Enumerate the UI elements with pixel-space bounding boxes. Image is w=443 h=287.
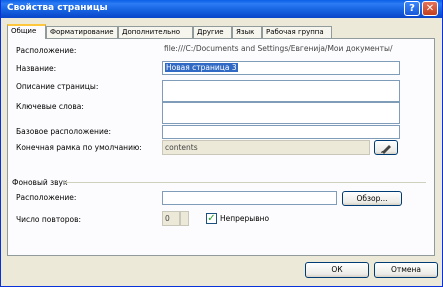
loop-count-spinner <box>180 211 189 226</box>
change-target-frame-button[interactable] <box>374 140 398 155</box>
sound-location-field[interactable] <box>162 191 337 205</box>
tab-other[interactable]: Другие <box>193 26 232 38</box>
sound-location-label: Расположение: <box>16 193 77 202</box>
cancel-button[interactable]: Отмена <box>374 262 438 278</box>
description-label: Описание страницы: <box>16 82 99 91</box>
description-field[interactable] <box>162 80 400 102</box>
close-button[interactable]: ✕ <box>422 1 438 16</box>
pencil-icon <box>381 145 391 154</box>
tab-language[interactable]: Язык <box>232 26 262 38</box>
tab-general[interactable]: Общие <box>7 24 46 39</box>
base-location-label: Базовое расположение: <box>16 127 111 136</box>
title-field[interactable]: Новая страница 3 <box>162 61 400 75</box>
forever-checkbox[interactable]: ✓ <box>206 213 217 224</box>
keywords-label: Ключевые слова: <box>16 102 84 111</box>
tab-formatting[interactable]: Форматирование <box>46 26 118 38</box>
location-label: Расположение: <box>16 46 77 55</box>
page-properties-dialog: Свойства страницы ? ✕ Общие Форматирован… <box>0 0 443 287</box>
keywords-field[interactable] <box>162 102 400 124</box>
default-target-label: Конечная рамка по умолчанию: <box>16 143 142 152</box>
help-button[interactable]: ? <box>404 1 420 16</box>
general-tab-panel: Расположение: file:///C:/Documents and S… <box>7 38 435 256</box>
forever-label: Непрерывно <box>220 214 270 223</box>
background-sound-group-label: Фоновый звук <box>12 178 68 187</box>
loop-count-label: Число повторов: <box>16 215 82 224</box>
title-bar: Свойства страницы ? ✕ <box>1 0 442 18</box>
location-value: file:///C:/Documents and Settings/Евгени… <box>164 44 393 53</box>
tab-workgroup[interactable]: Рабочая группа <box>262 26 332 38</box>
default-target-field: contents <box>162 140 370 155</box>
browse-button[interactable]: Обзор... <box>342 191 402 206</box>
window-title: Свойства страницы <box>7 3 108 13</box>
title-field-value: Новая страница 3 <box>165 63 238 72</box>
title-label: Название: <box>16 64 57 73</box>
base-location-field[interactable] <box>162 125 400 139</box>
group-divider <box>64 182 426 183</box>
loop-count-field: 0 <box>162 211 180 226</box>
ok-button[interactable]: ОК <box>305 262 369 278</box>
tab-advanced[interactable]: Дополнительно <box>118 26 193 38</box>
